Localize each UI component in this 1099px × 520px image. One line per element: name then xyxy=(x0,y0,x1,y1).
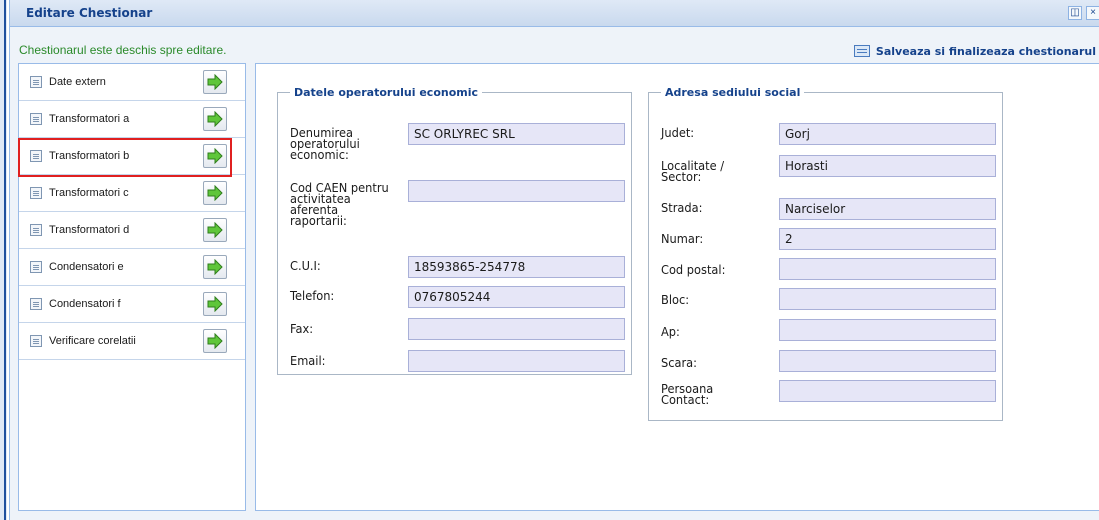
field-label-cod-caen: Cod CAEN pentru activitatea aferenta rap… xyxy=(290,183,395,227)
go-arrow-button[interactable] xyxy=(203,292,227,316)
form-panel: Datele operatorului economic Denumirea o… xyxy=(255,63,1099,511)
operator-legend: Datele operatorului economic xyxy=(290,86,482,99)
ap-input[interactable] xyxy=(779,319,996,341)
restore-icon[interactable]: ◫ xyxy=(1068,6,1082,20)
document-icon xyxy=(30,261,42,273)
window-titlebar: Editare Chestionar ◫ × xyxy=(10,0,1099,27)
field-label-cod-postal: Cod postal: xyxy=(661,265,725,276)
field-label-cui: C.U.I: xyxy=(290,261,321,272)
nav-item-condensatori-f[interactable]: Condensatori f xyxy=(19,286,245,323)
operator-fieldset: Datele operatorului economic Denumirea o… xyxy=(277,86,632,375)
left-rail xyxy=(0,0,7,520)
nav-item-transformatori-b[interactable]: Transformatori b xyxy=(19,138,245,175)
save-finalize-button[interactable]: Salveaza si finalizeaza chestionarul xyxy=(850,42,1099,60)
nav-item-transformatori-d[interactable]: Transformatori d xyxy=(19,212,245,249)
field-label-bloc: Bloc: xyxy=(661,295,689,306)
status-text: Chestionarul este deschis spre editare. xyxy=(19,43,226,57)
field-label-strada: Strada: xyxy=(661,203,702,214)
nav-item-transformatori-a[interactable]: Transformatori a xyxy=(19,101,245,138)
denumire-input[interactable]: SC ORLYREC SRL xyxy=(408,123,625,145)
scara-input[interactable] xyxy=(779,350,996,372)
field-label-numar: Numar: xyxy=(661,234,703,245)
go-arrow-button[interactable] xyxy=(203,329,227,353)
cod-caen-input[interactable] xyxy=(408,180,625,202)
field-label-email: Email: xyxy=(290,356,325,367)
form-icon xyxy=(854,45,870,57)
section-nav: Date extern Transformatori a Transformat… xyxy=(18,63,246,511)
nav-item-label: Transformatori b xyxy=(49,150,129,162)
field-label-scara: Scara: xyxy=(661,358,697,369)
numar-input[interactable]: 2 xyxy=(779,228,996,250)
go-arrow-button[interactable] xyxy=(203,218,227,242)
nav-item-verificare-corelatii[interactable]: Verificare corelatii xyxy=(19,323,245,360)
address-legend: Adresa sediului social xyxy=(661,86,804,99)
document-icon xyxy=(30,113,42,125)
nav-item-label: Transformatori c xyxy=(49,187,129,199)
nav-item-label: Verificare corelatii xyxy=(49,335,136,347)
nav-item-label: Condensatori e xyxy=(49,261,124,273)
judet-input[interactable]: Gorj xyxy=(779,123,996,145)
field-label-telefon: Telefon: xyxy=(290,291,334,302)
nav-item-label: Date extern xyxy=(49,76,106,88)
field-label-localitate: Localitate / Sector: xyxy=(661,161,747,183)
field-label-ap: Ap: xyxy=(661,327,680,338)
nav-item-label: Condensatori f xyxy=(49,298,121,310)
field-label-denumire: Denumirea operatorului economic: xyxy=(290,128,385,161)
status-toolbar: Chestionarul este deschis spre editare. … xyxy=(10,37,1099,63)
document-icon xyxy=(30,187,42,199)
go-arrow-button[interactable] xyxy=(203,181,227,205)
telefon-input[interactable]: 0767805244 xyxy=(408,286,625,308)
document-icon xyxy=(30,224,42,236)
nav-item-date-extern[interactable]: Date extern xyxy=(19,64,245,101)
fax-input[interactable] xyxy=(408,318,625,340)
go-arrow-button[interactable] xyxy=(203,255,227,279)
document-icon xyxy=(30,150,42,162)
document-icon xyxy=(30,76,42,88)
nav-item-label: Transformatori a xyxy=(49,113,129,125)
go-arrow-button[interactable] xyxy=(203,70,227,94)
nav-item-condensatori-e[interactable]: Condensatori e xyxy=(19,249,245,286)
field-label-judet: Judet: xyxy=(661,128,694,139)
field-label-persoana-contact: Persoana Contact: xyxy=(661,384,737,406)
address-fieldset: Adresa sediului social Judet: Gorj Local… xyxy=(648,86,1003,421)
email-input[interactable] xyxy=(408,350,625,372)
persoana-contact-input[interactable] xyxy=(779,380,996,402)
document-icon xyxy=(30,335,42,347)
nav-item-transformatori-c[interactable]: Transformatori c xyxy=(19,175,245,212)
go-arrow-button[interactable] xyxy=(203,144,227,168)
close-icon[interactable]: × xyxy=(1086,6,1099,20)
document-icon xyxy=(30,298,42,310)
save-finalize-label: Salveaza si finalizeaza chestionarul xyxy=(876,45,1096,58)
questionnaire-window: Editare Chestionar ◫ × Chestionarul este… xyxy=(9,0,1099,520)
strada-input[interactable]: Narciselor xyxy=(779,198,996,220)
field-label-fax: Fax: xyxy=(290,324,313,335)
nav-item-label: Transformatori d xyxy=(49,224,129,236)
cui-input[interactable]: 18593865-254778 xyxy=(408,256,625,278)
window-title: Editare Chestionar xyxy=(26,6,152,20)
go-arrow-button[interactable] xyxy=(203,107,227,131)
cod-postal-input[interactable] xyxy=(779,258,996,280)
bloc-input[interactable] xyxy=(779,288,996,310)
localitate-input[interactable]: Horasti xyxy=(779,155,996,177)
